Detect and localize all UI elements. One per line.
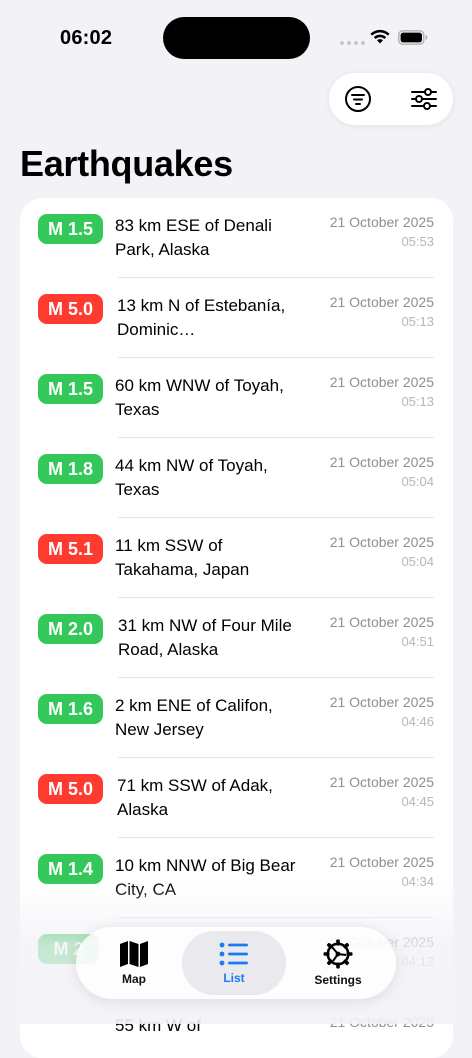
location-label: 83 km ESE of Denali Park, Alaska bbox=[115, 216, 272, 259]
status-time: 06:02 bbox=[60, 27, 113, 49]
tab-label: Settings bbox=[314, 973, 362, 987]
magnitude-badge: M 5.0 bbox=[38, 774, 104, 804]
time-label: 04:46 bbox=[401, 714, 434, 729]
date-label: 21 October 2025 bbox=[329, 1014, 434, 1030]
tab-bar: Map List Settings bbox=[76, 927, 396, 999]
gear-icon bbox=[323, 939, 353, 969]
status-bar: 06:02 bbox=[0, 0, 472, 60]
list-item[interactable]: M 1.4 10 km NNW of Big Bear City, CA 21 … bbox=[20, 838, 453, 918]
location-label: 60 km WNW of Toyah, Texas bbox=[115, 376, 284, 419]
magnitude-badge: M 5.0 bbox=[38, 294, 104, 324]
time-label: 04:12 bbox=[401, 954, 434, 969]
sort-options-button[interactable] bbox=[410, 85, 438, 113]
tab-map[interactable]: Map bbox=[82, 931, 186, 995]
sliders-icon bbox=[411, 88, 437, 110]
location-label: 31 km NW of Four Mile Road, Alaska bbox=[118, 616, 292, 659]
time-label: 04:34 bbox=[401, 874, 434, 889]
time-label: 04:51 bbox=[401, 634, 434, 649]
date-label: 21 October 2025 bbox=[329, 374, 434, 390]
list-item[interactable]: M 1.5 83 km ESE of Denali Park, Alaska 2… bbox=[20, 198, 453, 278]
magnitude-badge: M 1.5 bbox=[38, 374, 104, 404]
list-item[interactable]: M 1.8 44 km NW of Toyah, Texas 21 Octobe… bbox=[20, 438, 453, 518]
magnitude-badge: M 2.0 bbox=[38, 614, 104, 644]
wifi-icon bbox=[370, 29, 390, 44]
time-label: 05:04 bbox=[401, 474, 434, 489]
time-label: 05:04 bbox=[401, 554, 434, 569]
list-icon bbox=[219, 942, 248, 966]
magnitude-badge: M 1.8 bbox=[38, 454, 104, 484]
dynamic-island bbox=[163, 17, 310, 59]
map-icon bbox=[120, 941, 148, 967]
location-label: 10 km NNW of Big Bear City, CA bbox=[115, 856, 296, 899]
date-label: 21 October 2025 bbox=[329, 774, 434, 790]
location-label: 71 km SSW of Adak, Alaska bbox=[117, 776, 273, 819]
date-label: 21 October 2025 bbox=[329, 534, 434, 550]
time-label: 05:53 bbox=[401, 234, 434, 249]
date-label: 21 October 2025 bbox=[329, 694, 434, 710]
tab-label: Map bbox=[122, 972, 146, 986]
location-label: 2 km ENE of Califon, New Jersey bbox=[115, 696, 273, 739]
magnitude-badge: M 5.1 bbox=[38, 534, 104, 564]
date-label: 21 October 2025 bbox=[329, 294, 434, 310]
location-label: 55 km W of bbox=[115, 1016, 201, 1035]
magnitude-badge: M 1.4 bbox=[38, 854, 104, 884]
location-label: 44 km NW of Toyah, Texas bbox=[115, 456, 268, 499]
tab-label: List bbox=[223, 971, 245, 985]
list-item[interactable]: M 1.6 2 km ENE of Califon, New Jersey 21… bbox=[20, 678, 453, 758]
list-item[interactable]: M 5.0 71 km SSW of Adak, Alaska 21 Octob… bbox=[20, 758, 453, 838]
battery-icon bbox=[398, 30, 428, 45]
location-label: 11 km SSW of Takahama, Japan bbox=[115, 536, 250, 579]
date-label: 21 October 2025 bbox=[329, 454, 434, 470]
list-item[interactable]: 55 km W of 21 October 2025 bbox=[20, 998, 453, 1058]
tab-list[interactable]: List bbox=[182, 931, 286, 995]
cellular-signal-icon bbox=[340, 41, 365, 45]
time-label: 05:13 bbox=[401, 394, 434, 409]
toolbar-pill bbox=[329, 73, 453, 125]
list-item[interactable]: M 5.0 13 km N of Estebanía, Dominic… 21 … bbox=[20, 278, 453, 358]
list-item[interactable]: M 1.5 60 km WNW of Toyah, Texas 21 Octob… bbox=[20, 358, 453, 438]
magnitude-badge: M 1.5 bbox=[38, 214, 104, 244]
location-label: 13 km N of Estebanía, Dominic… bbox=[117, 296, 286, 339]
tab-settings[interactable]: Settings bbox=[286, 931, 390, 995]
date-label: 21 October 2025 bbox=[329, 614, 434, 630]
magnitude-badge: M 1.6 bbox=[38, 694, 104, 724]
filter-button[interactable] bbox=[344, 85, 372, 113]
time-label: 05:13 bbox=[401, 314, 434, 329]
filter-icon bbox=[345, 86, 371, 112]
list-item[interactable]: M 5.1 11 km SSW of Takahama, Japan 21 Oc… bbox=[20, 518, 453, 598]
page-title: Earthquakes bbox=[20, 143, 233, 184]
date-label: 21 October 2025 bbox=[329, 854, 434, 870]
date-label: 21 October 2025 bbox=[329, 214, 434, 230]
list-item[interactable]: M 2.0 31 km NW of Four Mile Road, Alaska… bbox=[20, 598, 453, 678]
time-label: 04:45 bbox=[401, 794, 434, 809]
